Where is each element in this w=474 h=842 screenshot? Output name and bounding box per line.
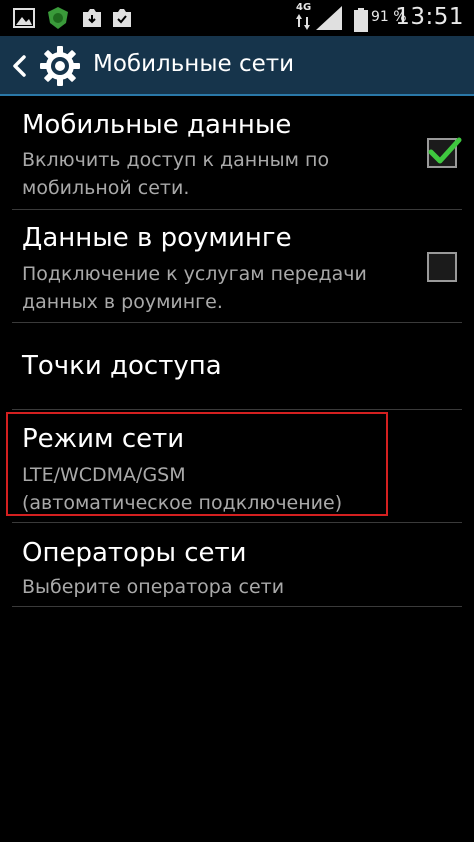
access-points-title: Точки доступа <box>22 351 222 381</box>
data-roaming-checkbox[interactable] <box>427 252 457 282</box>
mobile-data-item[interactable]: Мобильные данные Включить доступ к данны… <box>0 96 474 210</box>
settings-list: Мобильные данные Включить доступ к данны… <box>0 96 474 607</box>
clock: 13:51 <box>395 4 464 30</box>
network-mode-summary-line2: (автоматическое подключение) <box>22 492 343 514</box>
mobile-data-summary-line2: мобильной сети. <box>22 177 190 199</box>
mobile-data-summary-line1: Включить доступ к данным по <box>22 149 330 171</box>
system-icons: 4G 91 % 13:51 <box>274 0 474 36</box>
mobile-data-title: Мобильные данные <box>22 110 292 140</box>
network-type-label: 4G <box>296 2 312 13</box>
back-chevron-icon[interactable] <box>10 54 28 78</box>
download-icon <box>83 9 101 27</box>
network-operators-summary: Выберите оператора сети <box>22 576 285 598</box>
network-operators-title: Операторы сети <box>22 538 247 568</box>
data-roaming-summary-line2: данных в роуминге. <box>22 291 223 313</box>
status-bar: 4G 91 % 13:51 <box>0 0 474 36</box>
network-mode-summary-line1: LTE/WCDMA/GSM <box>22 464 186 486</box>
data-arrows-icon <box>296 14 310 30</box>
network-mode-title: Режим сети <box>22 424 185 454</box>
mobile-data-checkbox[interactable] <box>427 137 462 168</box>
battery-icon <box>354 8 368 32</box>
page-title: Мобильные сети <box>93 51 295 77</box>
store-icon <box>113 9 131 27</box>
data-roaming-item[interactable]: Данные в роуминге Подключение к услугам … <box>0 210 474 323</box>
network-mode-item[interactable]: Режим сети LTE/WCDMA/GSM (автоматическое… <box>0 410 474 523</box>
checkmark-icon <box>428 137 462 164</box>
signal-icon <box>316 6 342 30</box>
action-bar: Мобильные сети <box>0 36 474 96</box>
divider <box>12 606 462 607</box>
data-roaming-summary-line1: Подключение к услугам передачи <box>22 263 367 285</box>
shield-icon <box>48 7 68 29</box>
data-roaming-title: Данные в роуминге <box>22 223 292 253</box>
settings-gear-icon[interactable] <box>38 44 82 88</box>
network-operators-item[interactable]: Операторы сети Выберите оператора сети <box>0 523 474 607</box>
image-icon <box>13 8 35 28</box>
access-points-item[interactable]: Точки доступа <box>0 323 474 410</box>
